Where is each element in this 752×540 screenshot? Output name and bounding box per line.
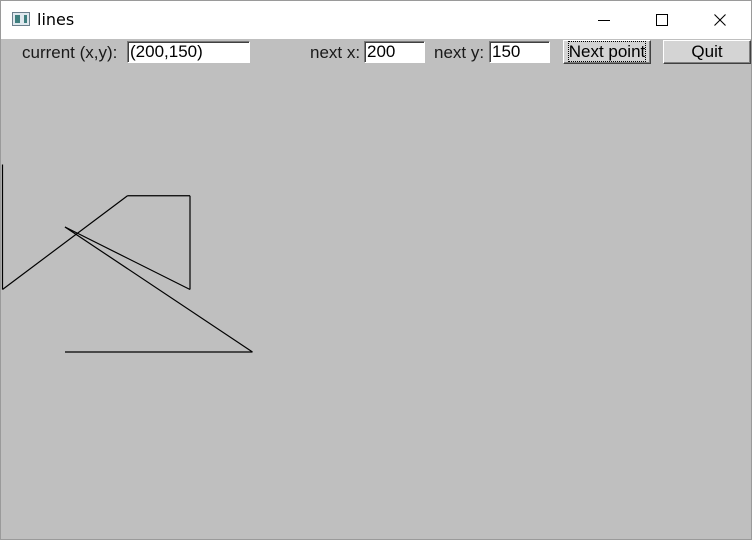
next-x-label: next x: <box>310 43 361 62</box>
current-point-label: current (x,y): <box>22 43 118 62</box>
next-y-input[interactable] <box>489 41 550 63</box>
title-bar[interactable]: lines <box>1 1 751 39</box>
line-segment <box>64 226 191 291</box>
line-path <box>1 164 253 353</box>
app-window: lines current (x,y): next x: next y: Nex… <box>0 0 752 540</box>
next-x-input[interactable] <box>364 41 425 63</box>
minimize-icon <box>598 20 610 21</box>
maximize-button[interactable] <box>633 1 691 39</box>
minimize-button[interactable] <box>575 1 633 39</box>
quit-button[interactable]: Quit <box>663 40 751 64</box>
next-y-label: next y: <box>434 43 485 62</box>
next-point-button[interactable]: Next point <box>563 40 651 64</box>
window-title: lines <box>37 10 75 29</box>
drawing-canvas[interactable] <box>1 67 751 539</box>
app-icon <box>12 12 30 26</box>
close-icon <box>714 14 726 26</box>
current-point-field[interactable] <box>127 41 250 63</box>
line-segment <box>2 195 128 290</box>
maximize-icon <box>656 14 668 26</box>
next-point-button-label: Next point <box>567 41 647 62</box>
line-segment <box>64 226 253 353</box>
close-button[interactable] <box>691 1 749 39</box>
quit-button-label: Quit <box>691 42 723 61</box>
